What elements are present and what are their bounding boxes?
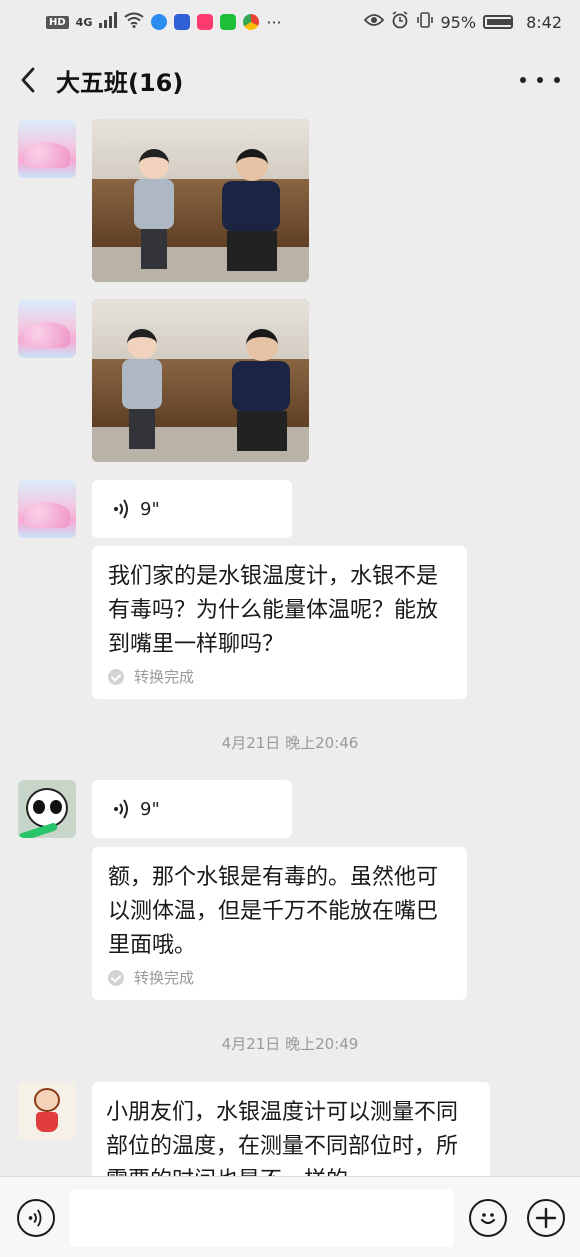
wifi-icon bbox=[124, 12, 144, 33]
avatar[interactable] bbox=[18, 300, 76, 358]
clock-time: 8:42 bbox=[526, 12, 562, 32]
dot-icon bbox=[554, 77, 560, 83]
avatar[interactable] bbox=[18, 480, 76, 538]
photo-message[interactable] bbox=[92, 119, 309, 282]
photo-boy bbox=[222, 149, 282, 274]
transcription-text: 我们家的是水银温度计，水银不是有毒吗？为什么能量体温呢？能放到嘴里一样聊吗？ bbox=[108, 564, 439, 657]
app-icon-iqiyi bbox=[220, 14, 237, 30]
photo-message[interactable] bbox=[92, 299, 309, 462]
status-left: HD 4G ··· bbox=[46, 11, 282, 33]
app-icon-baidu bbox=[174, 14, 191, 30]
photo-boy bbox=[232, 329, 292, 454]
hd-badge: HD bbox=[46, 15, 69, 29]
more-options-button[interactable] bbox=[520, 66, 560, 94]
battery-icon bbox=[483, 15, 514, 29]
status-bar: HD 4G ··· 95% 8:42 bbox=[0, 0, 580, 44]
app-icon-chrome bbox=[243, 14, 260, 30]
voice-duration: 9" bbox=[140, 798, 160, 820]
voice-wave-icon bbox=[28, 1209, 42, 1227]
voice-wave-icon bbox=[114, 499, 128, 519]
message-input[interactable] bbox=[70, 1189, 454, 1247]
timestamp: 4月21日 晚上20:49 bbox=[221, 1035, 359, 1053]
avatar[interactable] bbox=[18, 780, 76, 838]
dot-icon bbox=[520, 77, 526, 83]
vibrate-icon bbox=[416, 11, 434, 34]
page-title: 大五班(16) bbox=[56, 68, 184, 97]
battery-percent: 95% bbox=[440, 12, 477, 32]
transcription-status-label: 转换完成 bbox=[134, 668, 195, 686]
text-message[interactable]: 小朋友们，水银温度计可以测量不同部位的温度，在测量不同部位时，所需要的时间也是不… bbox=[92, 1082, 490, 1176]
app-icon-video bbox=[197, 14, 214, 30]
timestamp: 4月21日 晚上20:46 bbox=[221, 734, 359, 752]
voice-transcription[interactable]: 我们家的是水银温度计，水银不是有毒吗？为什么能量体温呢？能放到嘴里一样聊吗？ 转… bbox=[92, 546, 467, 699]
plus-icon bbox=[535, 1207, 557, 1229]
dot-icon bbox=[537, 77, 543, 83]
avatar[interactable] bbox=[18, 120, 76, 178]
photo-girl bbox=[134, 149, 174, 269]
check-circle-icon bbox=[108, 969, 124, 986]
transcription-status-label: 转换完成 bbox=[134, 969, 195, 987]
transcription-text: 额，那个水银是有毒的。虽然他可以测体温，但是千万不能放在嘴巴里面哦。 bbox=[108, 865, 439, 958]
back-button[interactable] bbox=[0, 44, 56, 116]
chat-header: 大五班(16) bbox=[0, 44, 580, 116]
avatar[interactable] bbox=[18, 1082, 76, 1140]
chevron-left-icon bbox=[21, 67, 35, 93]
check-circle-icon bbox=[108, 668, 124, 685]
smiley-icon bbox=[480, 1213, 496, 1225]
more-actions-button[interactable] bbox=[527, 1199, 565, 1237]
chat-message-list[interactable]: 9" 我们家的是水银温度计，水银不是有毒吗？为什么能量体温呢？能放到嘴里一样聊吗… bbox=[0, 116, 580, 1176]
network-type: 4G bbox=[75, 15, 93, 29]
voice-duration: 9" bbox=[140, 498, 160, 520]
voice-input-button[interactable] bbox=[17, 1199, 55, 1237]
alarm-icon bbox=[391, 10, 409, 34]
emoji-button[interactable] bbox=[469, 1199, 507, 1237]
app-icon-browser bbox=[151, 14, 168, 30]
input-bar bbox=[0, 1176, 580, 1257]
transcription-status: 转换完成 bbox=[108, 666, 451, 687]
message-text: 小朋友们，水银温度计可以测量不同部位的温度，在测量不同部位时，所需要的时间也是不… bbox=[106, 1100, 459, 1176]
voice-transcription[interactable]: 额，那个水银是有毒的。虽然他可以测体温，但是千万不能放在嘴巴里面哦。 转换完成 bbox=[92, 847, 467, 1000]
voice-message[interactable]: 9" bbox=[92, 780, 292, 838]
eye-icon bbox=[363, 12, 384, 32]
voice-wave-icon bbox=[114, 799, 128, 819]
transcription-status: 转换完成 bbox=[108, 967, 451, 988]
voice-message[interactable]: 9" bbox=[92, 480, 292, 538]
more-notifications-indicator: ··· bbox=[266, 12, 282, 32]
status-right: 95% 8:42 bbox=[363, 10, 562, 34]
photo-girl bbox=[122, 329, 162, 449]
signal-icon bbox=[99, 11, 118, 33]
